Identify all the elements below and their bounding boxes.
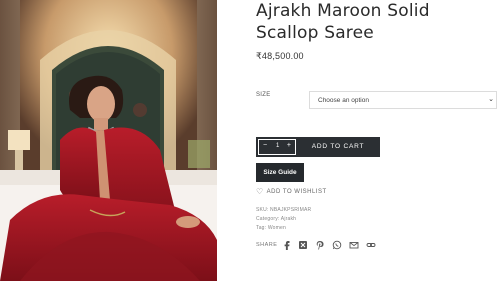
size-guide-button[interactable]: Size Guide <box>256 163 304 182</box>
x-icon[interactable] <box>298 240 308 250</box>
pinterest-icon[interactable] <box>315 240 325 250</box>
size-label: SIZE <box>256 92 271 98</box>
wishlist-label: ADD TO WISHLIST <box>266 189 327 195</box>
size-select-value: Choose an option <box>318 97 369 104</box>
heart-icon: ♡ <box>256 187 264 196</box>
quantity-stepper[interactable]: − 1 + <box>258 139 296 155</box>
email-icon[interactable] <box>349 240 359 250</box>
quantity-value[interactable]: 1 <box>276 143 279 149</box>
whatsapp-icon[interactable] <box>332 240 342 250</box>
product-details: Ajrakh Maroon Solid Scallop Saree ₹48,50… <box>256 0 497 281</box>
cart-row: − 1 + ADD TO CART <box>256 137 380 157</box>
add-to-wishlist-link[interactable]: ♡ ADD TO WISHLIST <box>256 187 327 196</box>
product-image[interactable] <box>0 0 217 281</box>
qty-plus-button[interactable]: + <box>287 142 291 149</box>
qty-minus-button[interactable]: − <box>263 142 267 149</box>
size-select[interactable]: Choose an option ⌄ <box>309 91 497 109</box>
product-sku: SKU: NBAJKPSRIMAR <box>256 207 312 213</box>
facebook-icon[interactable] <box>282 240 292 250</box>
share-label: SHARE <box>256 242 278 248</box>
chevron-down-icon: ⌄ <box>488 96 494 103</box>
product-title: Ajrakh Maroon Solid Scallop Saree <box>256 1 430 43</box>
product-tag[interactable]: Tag: Women <box>256 225 286 231</box>
product-price: ₹48,500.00 <box>256 51 304 61</box>
link-icon[interactable] <box>366 240 376 250</box>
add-to-cart-button[interactable]: ADD TO CART <box>296 137 380 157</box>
product-category[interactable]: Category: Ajrakh <box>256 216 296 222</box>
